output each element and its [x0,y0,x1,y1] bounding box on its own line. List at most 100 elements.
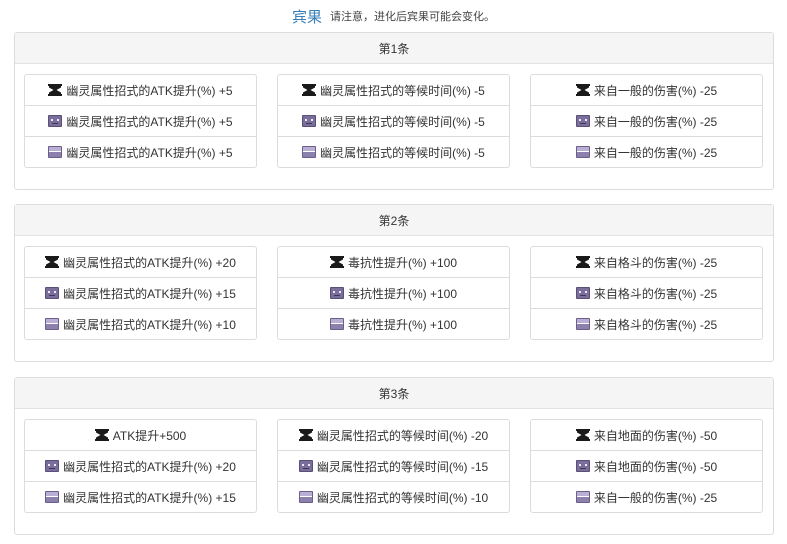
bingo-cell: 幽灵属性招式的等候时间(%) -5 [278,106,509,137]
bingo-cell-text: 幽灵属性招式的等候时间(%) -5 [320,83,485,98]
bingo-cell-text: 幽灵属性招式的ATK提升(%) +20 [63,255,236,270]
bingo-cell: 幽灵属性招式的等候时间(%) -5 [278,75,509,106]
rank-bronze-icon [48,146,63,158]
bingo-cell: 来自格斗的伤害(%) -25 [531,247,762,278]
bingo-cell: 来自一般的伤害(%) -25 [531,75,762,106]
bingo-cell-text: 来自地面的伤害(%) -50 [593,428,718,443]
rank-silver-icon [302,115,317,127]
rank-bronze-icon [298,491,313,503]
bingo-columns: 幽灵属性招式的ATK提升(%) +20 幽灵属性招式的ATK提升(%) +15 幽灵… [15,236,773,361]
bingo-cell: 来自一般的伤害(%) -25 [531,482,762,512]
bingo-cell-text: 来自格斗的伤害(%) -25 [593,286,718,301]
bingo-panel-2: 第2条幽灵属性招式的ATK提升(%) +20 幽灵属性招式的ATK提升(%) +1… [14,204,774,362]
bingo-panel-3: 第3条 ATK提升+500 幽灵属性招式的ATK提升(%) +20 幽灵属性招式的AT… [14,377,774,535]
bingo-cell-text: 来自一般的伤害(%) -25 [593,83,718,98]
bingo-columns: ATK提升+500 幽灵属性招式的ATK提升(%) +20 幽灵属性招式的ATK提升… [15,409,773,534]
bingo-cell: 毒抗性提升(%) +100 [278,309,509,339]
rank-silver-icon [45,287,60,299]
rank-gold-icon [575,84,590,96]
bingo-columns: 幽灵属性招式的ATK提升(%) +5 幽灵属性招式的ATK提升(%) +5 幽灵属性… [15,64,773,189]
bingo-cell-text: 幽灵属性招式的ATK提升(%) +5 [66,145,233,160]
bingo-cell: 来自一般的伤害(%) -25 [531,137,762,167]
rank-bronze-icon [45,491,60,503]
bingo-cell-text: 幽灵属性招式的等候时间(%) -5 [320,145,485,160]
rank-gold-icon [94,429,109,441]
bingo-column: 幽灵属性招式的等候时间(%) -5 幽灵属性招式的等候时间(%) -5 幽灵属性招式… [277,74,510,168]
rank-silver-icon [329,287,344,299]
bingo-cell: 来自地面的伤害(%) -50 [531,420,762,451]
bingo-cell: 幽灵属性招式的ATK提升(%) +20 [25,247,256,278]
bingo-cell-text: 来自一般的伤害(%) -25 [593,145,718,160]
bingo-cell: 幽灵属性招式的ATK提升(%) +5 [25,75,256,106]
rank-silver-icon [575,460,590,472]
rank-gold-icon [575,429,590,441]
bingo-cell: 来自地面的伤害(%) -50 [531,451,762,482]
rank-bronze-icon [302,146,317,158]
rank-gold-icon [298,429,313,441]
page-header: 宾果 请注意，进化后宾果可能会变化。 [0,0,787,32]
bingo-cell-text: 幽灵属性招式的等候时间(%) -5 [320,114,485,129]
bingo-cell: 幽灵属性招式的ATK提升(%) +5 [25,106,256,137]
panel-title: 第2条 [15,205,773,236]
rank-gold-icon [48,84,63,96]
bingo-cell: 来自一般的伤害(%) -25 [531,106,762,137]
bingo-cell: 毒抗性提升(%) +100 [278,278,509,309]
bingo-cell: 幽灵属性招式的等候时间(%) -20 [278,420,509,451]
bingo-cell: 来自格斗的伤害(%) -25 [531,278,762,309]
bingo-column: 幽灵属性招式的ATK提升(%) +5 幽灵属性招式的ATK提升(%) +5 幽灵属性… [24,74,257,168]
bingo-cell: 幽灵属性招式的ATK提升(%) +5 [25,137,256,167]
rank-bronze-icon [45,318,60,330]
bingo-cell-text: 幽灵属性招式的ATK提升(%) +20 [63,459,236,474]
bingo-cell-text: 来自格斗的伤害(%) -25 [593,317,718,332]
bingo-cell-text: 来自格斗的伤害(%) -25 [593,255,718,270]
bingo-cell-text: 幽灵属性招式的等候时间(%) -10 [316,490,489,505]
bingo-cell: ATK提升+500 [25,420,256,451]
bingo-cell-text: 毒抗性提升(%) +100 [347,286,458,301]
rank-bronze-icon [575,318,590,330]
bingo-cell: 幽灵属性招式的ATK提升(%) +20 [25,451,256,482]
bingo-column: 幽灵属性招式的等候时间(%) -20 幽灵属性招式的等候时间(%) -15 幽灵属性… [277,419,510,513]
rank-silver-icon [45,460,60,472]
bingo-column: 来自一般的伤害(%) -25 来自一般的伤害(%) -25 来自一般的伤害(%) -… [530,74,763,168]
bingo-column: 幽灵属性招式的ATK提升(%) +20 幽灵属性招式的ATK提升(%) +15 幽灵… [24,246,257,340]
panel-title: 第3条 [15,378,773,409]
rank-silver-icon [298,460,313,472]
bingo-cell: 幽灵属性招式的ATK提升(%) +15 [25,482,256,512]
bingo-cell-text: 来自一般的伤害(%) -25 [593,490,718,505]
bingo-cell: 幽灵属性招式的ATK提升(%) +15 [25,278,256,309]
bingo-panel-1: 第1条 幽灵属性招式的ATK提升(%) +5 幽灵属性招式的ATK提升(%) +5 幽… [14,32,774,190]
bingo-cell-text: 毒抗性提升(%) +100 [347,255,458,270]
bingo-column: 来自格斗的伤害(%) -25 来自格斗的伤害(%) -25 来自格斗的伤害(%) -… [530,246,763,340]
rank-gold-icon [329,256,344,268]
rank-gold-icon [302,84,317,96]
bingo-cell-text: 毒抗性提升(%) +100 [347,317,458,332]
bingo-cell: 幽灵属性招式的等候时间(%) -15 [278,451,509,482]
bingo-column: ATK提升+500 幽灵属性招式的ATK提升(%) +20 幽灵属性招式的ATK提升… [24,419,257,513]
bingo-cell-text: 幽灵属性招式的ATK提升(%) +5 [66,83,233,98]
bingo-cell: 幽灵属性招式的ATK提升(%) +10 [25,309,256,339]
rank-silver-icon [575,287,590,299]
bingo-cell-text: 来自地面的伤害(%) -50 [593,459,718,474]
bingo-cell: 幽灵属性招式的等候时间(%) -10 [278,482,509,512]
bingo-cell-text: 幽灵属性招式的等候时间(%) -15 [316,459,489,474]
bingo-cell-text: 幽灵属性招式的ATK提升(%) +15 [63,286,236,301]
rank-gold-icon [45,256,60,268]
rank-bronze-icon [575,146,590,158]
bingo-column: 毒抗性提升(%) +100 毒抗性提升(%) +100 毒抗性提升(%) +100 [277,246,510,340]
bingo-cell-text: 来自一般的伤害(%) -25 [593,114,718,129]
rank-gold-icon [575,256,590,268]
bingo-cell: 来自格斗的伤害(%) -25 [531,309,762,339]
bingo-cell-text: 幽灵属性招式的ATK提升(%) +5 [66,114,233,129]
bingo-cell-text: 幽灵属性招式的ATK提升(%) +15 [63,490,236,505]
panel-title: 第1条 [15,33,773,64]
bingo-cell: 毒抗性提升(%) +100 [278,247,509,278]
bingo-cell: 幽灵属性招式的等候时间(%) -5 [278,137,509,167]
bingo-column: 来自地面的伤害(%) -50 来自地面的伤害(%) -50 来自一般的伤害(%) -… [530,419,763,513]
rank-silver-icon [575,115,590,127]
rank-bronze-icon [575,491,590,503]
page-title: 宾果 [291,8,322,26]
bingo-cell-text: ATK提升+500 [112,428,187,443]
bingo-cell-text: 幽灵属性招式的等候时间(%) -20 [316,428,489,443]
page-note: 请注意，进化后宾果可能会变化。 [330,11,495,23]
rank-silver-icon [48,115,63,127]
